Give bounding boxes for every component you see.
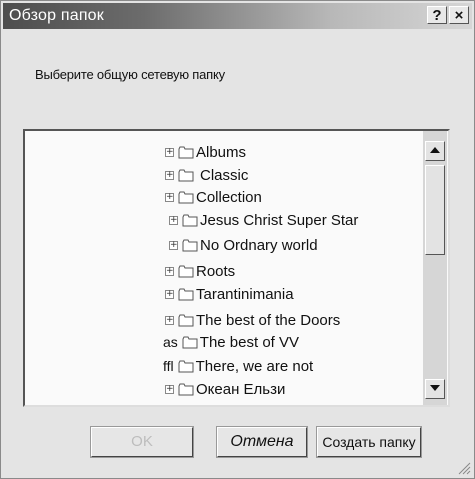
folder-icon [182,214,198,226]
tree-item-no-ordnary-world[interactable]: + No Ordnary world [169,235,318,255]
scroll-thumb[interactable] [425,165,445,255]
folder-icon [178,383,194,395]
title-bar[interactable]: Обзор папок ? × [3,3,472,29]
folder-icon [178,265,194,277]
folder-icon [182,336,198,348]
expand-icon[interactable]: + [165,170,174,180]
arrow-down-icon [430,385,440,391]
tree-item-label: Jesus Christ Super Star [200,211,359,229]
dialog-prompt: Выберите общую сетевую папку [35,67,225,82]
tree-item-classic[interactable]: + Classic [165,165,248,185]
tree-item-the-best-of-the-doors[interactable]: + The best of the Doors [165,310,340,330]
tree-item-the-best-of-vv[interactable]: as The best of VV [163,332,299,352]
tree-item-label: No Ordnary world [200,236,318,254]
arrow-up-icon [430,147,440,153]
expand-icon[interactable]: + [165,147,174,157]
new-folder-button[interactable]: Создать папку [316,426,422,458]
folder-icon [178,146,194,158]
help-button[interactable]: ? [427,6,447,24]
tree-item-collection[interactable]: + Collection [165,187,262,207]
scroll-down-button[interactable] [425,379,445,399]
tree-item-jesus-christ-super-star[interactable]: + Jesus Christ Super Star [169,210,358,230]
tree-item-label: Roots [196,262,236,280]
tree-scrollbar[interactable] [423,131,447,405]
close-button[interactable]: × [449,6,469,24]
folder-icon [178,288,194,300]
ok-button[interactable]: OK [90,426,194,458]
tree-item-label: The best of the Doors [196,311,341,329]
tree-item-prefix: ffl [163,358,174,374]
cancel-button[interactable]: Отмена [216,426,308,458]
tree-item-albums[interactable]: + Albums [165,142,246,162]
tree-item-prefix: as [163,334,178,350]
tree-item-label: Classic [200,166,249,184]
folder-icon [178,191,194,203]
expand-icon[interactable]: + [165,289,174,299]
folder-icon [178,360,194,372]
tree-item-label: Albums [196,143,247,161]
tree-item-there-we-are-not[interactable]: ffl There, we are not [163,356,313,376]
folder-icon [178,314,194,326]
folder-icon [182,239,198,251]
expand-icon[interactable]: + [165,384,174,394]
expand-icon[interactable]: + [169,215,178,225]
folder-icon [178,169,194,181]
browse-folders-dialog: Обзор папок ? × Выберите общую сетевую п… [0,0,475,479]
expand-icon[interactable]: + [165,192,174,202]
tree-item-okean-elzy[interactable]: + Океан Ельзи [165,379,285,399]
tree-item-label: There, we are not [195,357,314,375]
scroll-up-button[interactable] [425,141,445,161]
window-title: Обзор папок [9,7,104,24]
tree-item-label: Океан Ельзи [196,380,286,398]
tree-item-label: Tarantinimania [196,285,294,303]
tree-item-roots[interactable]: + Roots [165,261,235,281]
tree-item-label: Collection [196,188,262,206]
expand-icon[interactable]: + [165,266,174,276]
resize-grip-icon[interactable] [457,461,471,475]
tree-item-label: The best of VV [199,333,300,351]
expand-icon[interactable]: + [169,240,178,250]
expand-icon[interactable]: + [165,315,174,325]
tree-item-tarantinimania[interactable]: + Tarantinimania [165,284,294,304]
